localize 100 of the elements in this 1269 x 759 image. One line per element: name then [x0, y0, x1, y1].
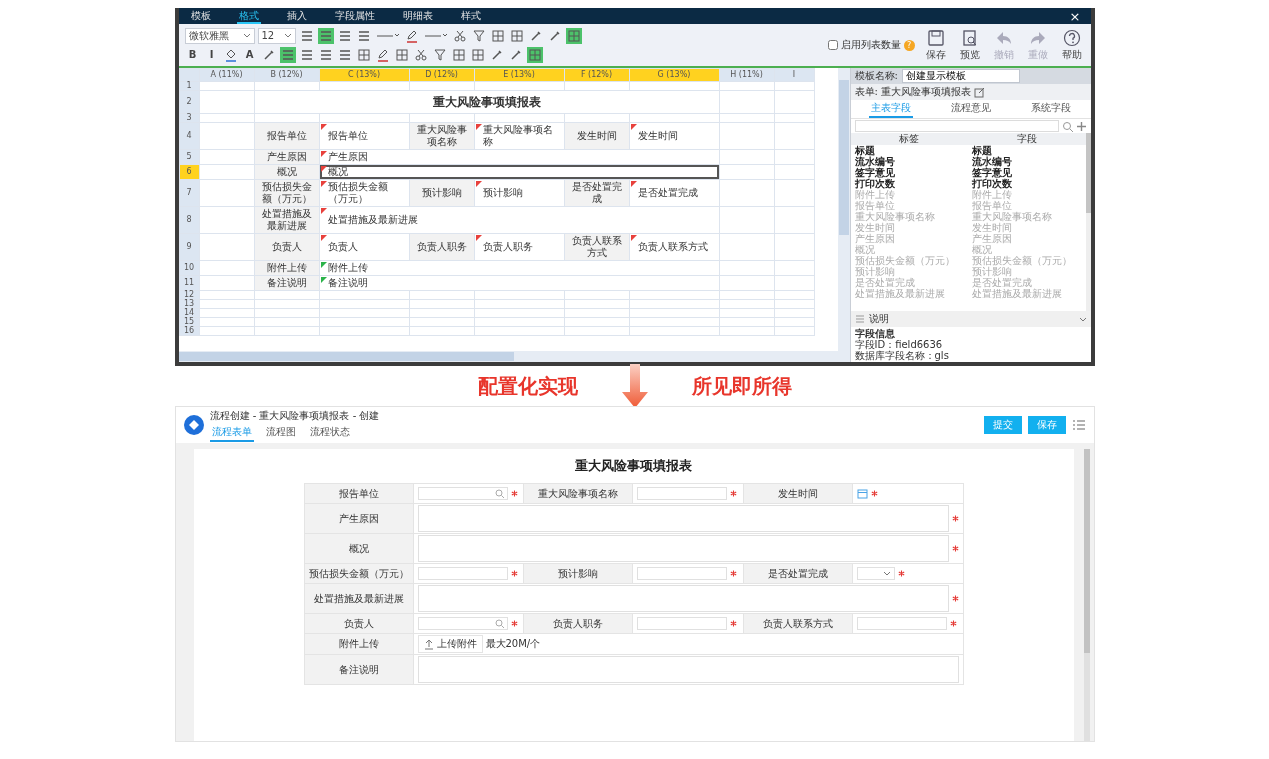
field-cell[interactable]: 附件上传	[319, 260, 719, 276]
border-button[interactable]	[508, 27, 525, 44]
field-cell[interactable]: 处置措施及最新进展	[319, 206, 719, 234]
border-button[interactable]	[450, 46, 467, 63]
field-cell[interactable]: 预计影响	[474, 179, 564, 207]
field-item[interactable]: 签字意见	[968, 167, 1086, 178]
filter-button[interactable]	[470, 27, 487, 44]
field-cell[interactable]: 负责人联系方式	[629, 233, 719, 261]
field-item[interactable]: 打印次数	[850, 178, 968, 189]
panel-tab[interactable]: 流程意见	[948, 100, 993, 118]
field-item[interactable]: 签字意见	[850, 167, 968, 178]
search-icon[interactable]	[494, 618, 505, 629]
field-cell[interactable]: 产生原因	[319, 149, 719, 165]
plus-icon[interactable]	[1075, 120, 1087, 132]
label-cell[interactable]: 是否处置完成	[564, 179, 629, 207]
row-number[interactable]: 1	[179, 81, 199, 91]
select-field[interactable]	[856, 567, 895, 580]
border-button[interactable]	[526, 46, 543, 63]
label-cell[interactable]: 重大风险事项名称	[409, 122, 474, 150]
field-cell[interactable]: 负责人	[319, 233, 409, 261]
panel-tab[interactable]: 系统字段	[1028, 100, 1073, 118]
row-number[interactable]: 14	[179, 308, 199, 318]
scrollbar[interactable]	[1085, 133, 1091, 311]
column-header[interactable]: E (13%)	[474, 68, 564, 82]
align-button[interactable]	[279, 46, 296, 63]
menu-tab[interactable]: 样式	[458, 8, 483, 24]
scrollbar[interactable]	[178, 351, 850, 362]
menu-tab[interactable]: 插入	[284, 8, 309, 24]
upload-button[interactable]: 上传附件	[417, 635, 483, 653]
menu-tab[interactable]: 明细表	[400, 8, 435, 24]
column-header[interactable]: B (12%)	[254, 68, 319, 82]
help-button[interactable]: 帮助	[1058, 28, 1085, 62]
preview-button[interactable]: 预览	[956, 28, 983, 62]
format-button[interactable]: I	[203, 46, 220, 63]
caret-icon[interactable]	[1078, 315, 1087, 323]
column-header[interactable]: I	[774, 68, 814, 82]
label-cell[interactable]: 发生时间	[564, 122, 629, 150]
font-size-select[interactable]: 12	[257, 27, 296, 44]
row-number[interactable]: 16	[179, 326, 199, 336]
field-cell[interactable]: 备注说明	[319, 275, 719, 291]
input-field[interactable]	[856, 617, 947, 630]
calendar-icon[interactable]	[856, 488, 868, 499]
label-cell[interactable]: 预估损失金额（万元）	[254, 179, 319, 207]
tab[interactable]: 流程图	[263, 424, 298, 442]
align-button[interactable]	[317, 27, 334, 44]
label-cell[interactable]: 负责人	[254, 233, 319, 261]
field-cell[interactable]: 概况	[319, 164, 719, 180]
menu-tab[interactable]: 字段属性	[332, 8, 377, 24]
sheet-title[interactable]: 重大风险事项填报表	[254, 90, 719, 114]
scrollbar[interactable]	[837, 68, 850, 351]
search-field[interactable]	[417, 487, 508, 500]
field-cell[interactable]: 报告单位	[319, 122, 409, 150]
filter-button[interactable]	[431, 46, 448, 63]
column-header[interactable]: G (13%)	[629, 68, 719, 82]
search-icon[interactable]	[494, 488, 505, 499]
field-item[interactable]: 标题	[968, 145, 1086, 156]
row-number[interactable]: 15	[179, 317, 199, 327]
row-number[interactable]: 8	[179, 206, 199, 234]
border-button[interactable]	[469, 46, 486, 63]
format-button[interactable]: A	[241, 46, 258, 63]
border-button[interactable]	[355, 46, 372, 63]
field-item[interactable]: 打印次数	[968, 178, 1086, 189]
column-header[interactable]: A (11%)	[199, 68, 254, 82]
search-field[interactable]	[417, 617, 508, 630]
row-number[interactable]: 7	[179, 179, 199, 207]
scrollbar[interactable]	[1083, 449, 1090, 741]
column-header[interactable]: F (12%)	[564, 68, 629, 82]
field-item[interactable]: 流水编号	[968, 156, 1086, 167]
input-field[interactable]	[637, 487, 728, 500]
menu-tab[interactable]: 模板	[188, 8, 213, 24]
label-cell[interactable]: 处置措施及最新进展	[254, 206, 319, 234]
column-header[interactable]: H (11%)	[719, 68, 774, 82]
template-name-field[interactable]: 创建显示模板	[901, 69, 1020, 83]
field-item[interactable]: 流水编号	[850, 156, 968, 167]
label-cell[interactable]: 预计影响	[409, 179, 474, 207]
field-cell[interactable]: 是否处置完成	[629, 179, 719, 207]
input-field[interactable]	[637, 617, 728, 630]
edit-icon[interactable]	[973, 86, 985, 98]
field-item[interactable]: 标题	[850, 145, 968, 156]
search-field[interactable]	[854, 120, 1059, 132]
border-button[interactable]	[565, 27, 582, 44]
row-number[interactable]: 4	[179, 122, 199, 150]
input-field[interactable]	[417, 567, 508, 580]
menu-icon[interactable]	[1071, 419, 1086, 431]
row-number[interactable]: 13	[179, 299, 199, 309]
save-button[interactable]: 保存	[922, 28, 949, 62]
label-cell[interactable]: 负责人联系方式	[564, 233, 629, 261]
search-icon[interactable]	[1061, 120, 1073, 132]
field-cell[interactable]: 发生时间	[629, 122, 719, 150]
format-button[interactable]: B	[184, 46, 201, 63]
border-button[interactable]	[393, 46, 410, 63]
row-number[interactable]: 2	[179, 90, 199, 114]
close-button[interactable]: ×	[1069, 8, 1081, 24]
border-button[interactable]	[489, 27, 506, 44]
row-number[interactable]: 3	[179, 113, 199, 123]
label-cell[interactable]: 负责人职务	[409, 233, 474, 261]
field-cell[interactable]: 预估损失金额（万元）	[319, 179, 409, 207]
column-header[interactable]: D (12%)	[409, 68, 474, 82]
column-header[interactable]: C (13%)	[319, 68, 409, 82]
field-cell[interactable]: 重大风险事项名称	[474, 122, 564, 150]
